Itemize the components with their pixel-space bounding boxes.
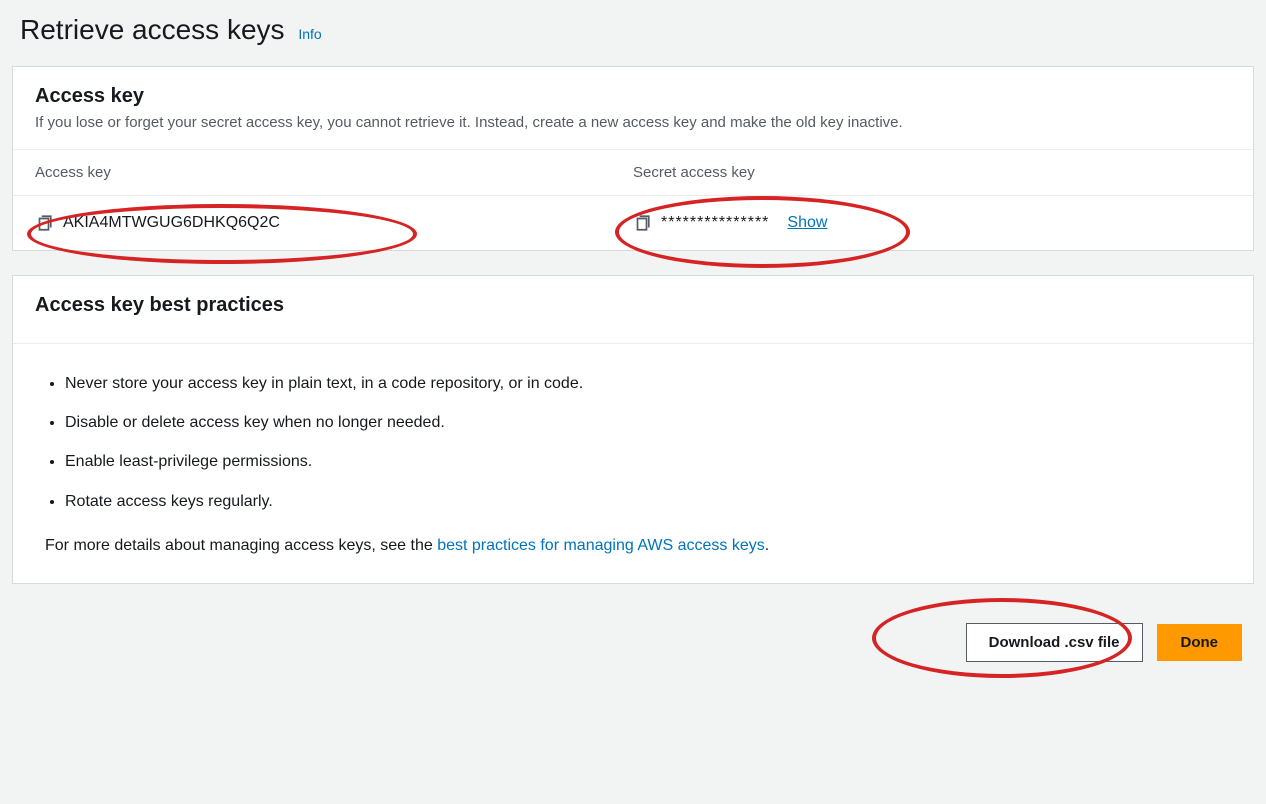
secret-key-header: Secret access key	[633, 164, 1231, 181]
access-key-cell: AKIA4MTWGUG6DHKQ6Q2C	[35, 214, 633, 232]
panel-title: Access key	[35, 85, 1231, 108]
more-post: .	[765, 537, 769, 554]
page-title-text: Retrieve access keys	[20, 14, 285, 45]
list-item: Never store your access key in plain tex…	[65, 372, 1221, 395]
button-row: Download .csv file Done	[12, 608, 1254, 678]
panel-header: Access key If you lose or forget your se…	[13, 67, 1253, 149]
list-item: Enable least-privilege permissions.	[65, 450, 1221, 473]
copy-icon[interactable]	[633, 214, 651, 232]
best-practices-panel: Access key best practices Never store yo…	[12, 275, 1254, 584]
list-item: Rotate access keys regularly.	[65, 490, 1221, 513]
copy-icon[interactable]	[35, 214, 53, 232]
annotation-circle-secret-key	[615, 196, 910, 268]
more-pre: For more details about managing access k…	[45, 537, 437, 554]
annotation-circle-access-key	[27, 204, 417, 264]
info-link[interactable]: Info	[298, 26, 321, 42]
best-practices-body: Never store your access key in plain tex…	[13, 344, 1253, 583]
show-secret-link[interactable]: Show	[787, 214, 827, 232]
page-title: Retrieve access keys Info	[12, 0, 1254, 66]
download-csv-button[interactable]: Download .csv file	[966, 623, 1143, 662]
best-practices-link[interactable]: best practices for managing AWS access k…	[437, 537, 765, 554]
keys-body-row: AKIA4MTWGUG6DHKQ6Q2C *************** Sho…	[13, 195, 1253, 250]
done-button[interactable]: Done	[1157, 624, 1243, 661]
access-key-value: AKIA4MTWGUG6DHKQ6Q2C	[63, 214, 280, 232]
access-key-panel: Access key If you lose or forget your se…	[12, 66, 1254, 251]
panel-header: Access key best practices	[13, 276, 1253, 344]
secret-key-cell: *************** Show	[633, 214, 1231, 232]
keys-header-row: Access key Secret access key	[13, 149, 1253, 181]
panel-title: Access key best practices	[35, 294, 1231, 317]
list-item: Disable or delete access key when no lon…	[65, 411, 1221, 434]
secret-key-masked: ***************	[661, 214, 769, 232]
more-info-text: For more details about managing access k…	[45, 537, 1221, 555]
best-practices-list: Never store your access key in plain tex…	[65, 372, 1221, 513]
panel-description: If you lose or forget your secret access…	[35, 114, 1231, 131]
access-key-header: Access key	[35, 164, 633, 181]
